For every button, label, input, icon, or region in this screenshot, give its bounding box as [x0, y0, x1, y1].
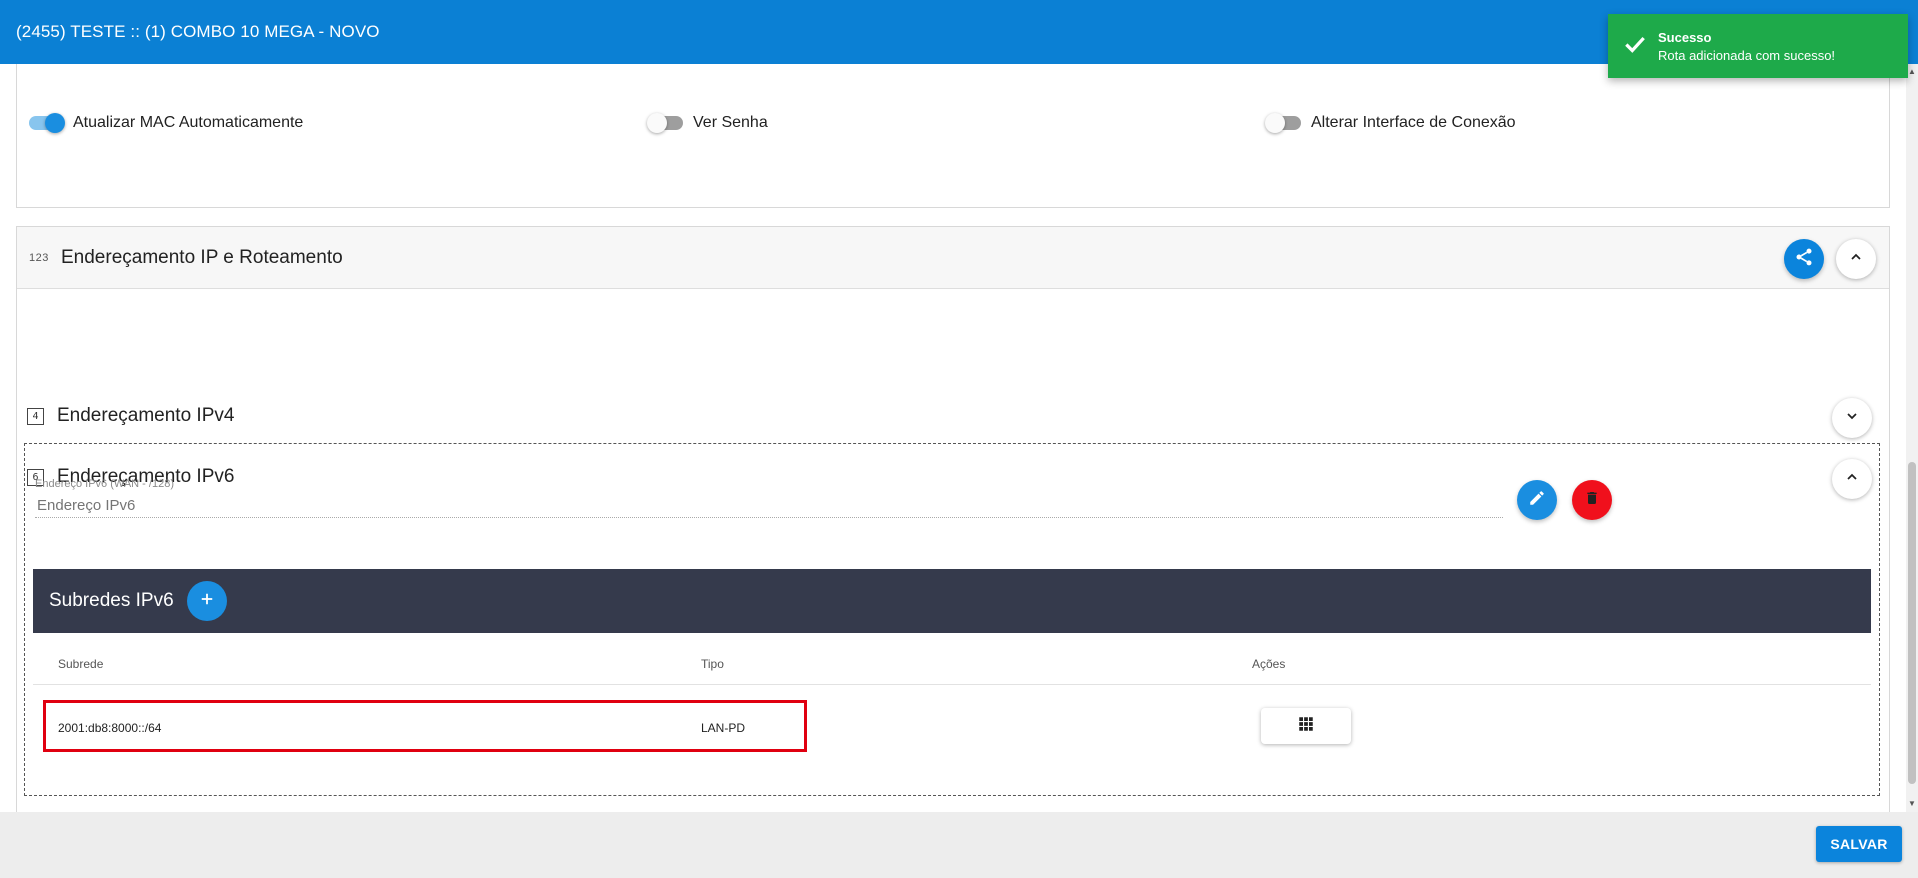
box-4-icon: 4: [27, 407, 44, 425]
share-icon: [1794, 247, 1814, 272]
ipv4-subsection-header[interactable]: 4 Endereçamento IPv4: [27, 401, 234, 431]
trash-icon: [1584, 489, 1600, 512]
grid-icon: [1297, 715, 1315, 738]
expand-ipv4-button[interactable]: [1832, 398, 1872, 438]
toggle-knob[interactable]: [1265, 113, 1285, 133]
scrollbar-thumb[interactable]: [1908, 462, 1916, 784]
chevron-down-icon: [1844, 408, 1860, 429]
toggle-change-interface[interactable]: Alterar Interface de Conexão: [1265, 113, 1516, 133]
section-title: Endereçamento IP e Roteamento: [61, 247, 343, 268]
chevron-up-icon: [1848, 249, 1864, 270]
subnets-title: Subredes IPv6: [49, 590, 174, 611]
add-subnet-button[interactable]: [187, 581, 227, 621]
toggle-track[interactable]: [647, 113, 683, 133]
toast-title: Sucesso: [1658, 30, 1712, 45]
toggle-update-mac[interactable]: Atualizar MAC Automaticamente: [29, 113, 303, 133]
toggle-change-interface-label: Alterar Interface de Conexão: [1311, 114, 1516, 131]
toggle-track[interactable]: [1265, 113, 1301, 133]
ipv6-field-label: Endereço IPv6 (WAN - /128): [35, 478, 174, 490]
toggle-update-mac-label: Atualizar MAC Automaticamente: [73, 114, 304, 131]
pencil-icon: [1528, 489, 1546, 512]
delete-ipv6-button[interactable]: [1572, 480, 1612, 520]
plus-icon: [198, 590, 216, 613]
main-content[interactable]: Atualizar MAC Automaticamente Ver Senha …: [0, 64, 1906, 812]
share-button[interactable]: [1784, 239, 1824, 279]
toggle-knob[interactable]: [647, 113, 667, 133]
success-toast[interactable]: Sucesso Rota adicionada com sucesso!: [1608, 14, 1908, 78]
ipv6-panel: Endereço IPv6 (WAN - /128) Subredes IPv6…: [24, 443, 1880, 796]
collapse-section-button[interactable]: [1836, 239, 1876, 279]
highlight-box: [43, 700, 807, 752]
scroll-up-icon[interactable]: ▲: [1908, 68, 1916, 76]
connection-options-card: Atualizar MAC Automaticamente Ver Senha …: [16, 64, 1890, 208]
column-header-subrede[interactable]: Subrede: [58, 657, 103, 671]
vertical-scrollbar[interactable]: ▲ ▼: [1906, 64, 1918, 812]
toggle-show-password[interactable]: Ver Senha: [647, 113, 768, 133]
footer-bar: SALVAR: [0, 812, 1918, 878]
section-header[interactable]: 123 Endereçamento IP e Roteamento: [17, 227, 1889, 289]
subnets-toolbar: Subredes IPv6: [33, 569, 1871, 633]
column-header-acoes: Ações: [1252, 657, 1286, 671]
toggle-knob[interactable]: [45, 113, 65, 133]
check-icon: [1622, 31, 1648, 62]
table-header-divider: [33, 684, 1871, 685]
scroll-down-icon[interactable]: ▼: [1908, 800, 1916, 808]
ipv4-title: Endereçamento IPv4: [57, 405, 235, 426]
toast-message: Rota adicionada com sucesso!: [1658, 48, 1836, 63]
save-button[interactable]: SALVAR: [1816, 826, 1902, 862]
column-header-tipo[interactable]: Tipo: [701, 657, 724, 671]
row-actions-button[interactable]: [1261, 708, 1351, 744]
page-title: (2455) TESTE :: (1) COMBO 10 MEGA - NOVO: [16, 22, 380, 41]
edit-ipv6-button[interactable]: [1517, 480, 1557, 520]
toggle-track[interactable]: [29, 113, 65, 133]
toggle-show-password-label: Ver Senha: [693, 114, 768, 131]
numbers-icon: 123: [29, 252, 49, 264]
ipv6-address-input[interactable]: [35, 494, 1503, 518]
